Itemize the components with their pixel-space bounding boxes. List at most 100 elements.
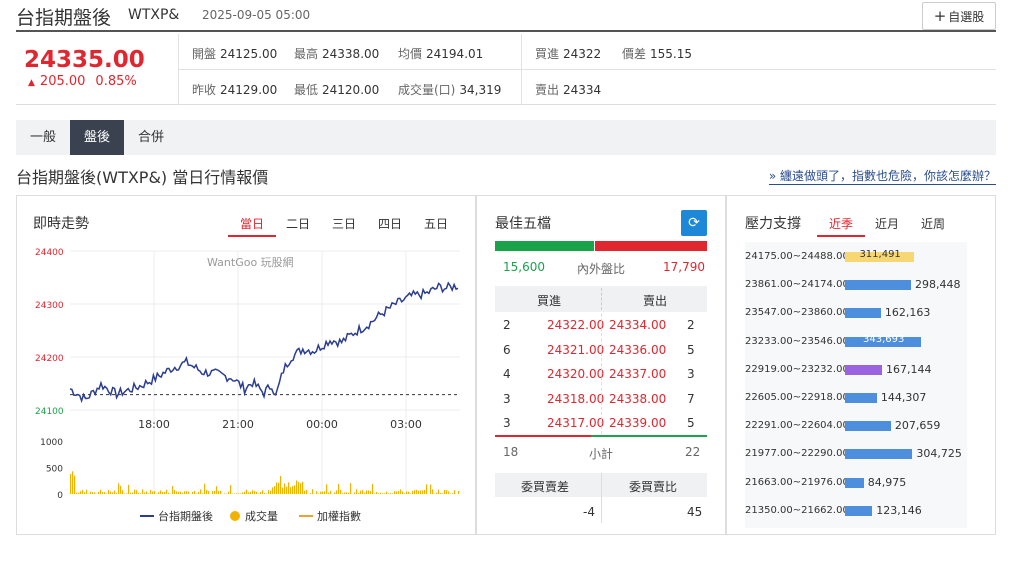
stock-name: 台指期盤後 (16, 7, 112, 29)
volume-bar (288, 482, 290, 494)
volume-bar (82, 490, 84, 494)
volume-bar (244, 491, 246, 494)
price-tick-label: 24100 (35, 407, 64, 417)
volume-bar (356, 489, 358, 494)
volume-bar (200, 489, 202, 494)
time-tick-label: 00:00 (306, 418, 338, 431)
volume-bar (224, 493, 226, 494)
add-favorite-button[interactable]: + 自選股 (922, 2, 996, 30)
volume-bar (422, 490, 424, 494)
time-tick-label: 21:00 (222, 418, 254, 431)
refresh-button[interactable]: ⟳ (681, 210, 707, 236)
volume-bar (216, 486, 218, 494)
volume-bar (166, 489, 168, 494)
up-triangle-icon: ▲ (28, 78, 35, 88)
quote-high: 最高 24338.00 (294, 47, 380, 61)
tab-after-hours[interactable]: 盤後 (70, 120, 124, 155)
best-five-panel: 最佳五檔 ⟳ 15,600 內外盤比 17,790 買進 賣出 2 24322.0… (476, 195, 726, 535)
pressure-tab-quarter[interactable]: 近季 (817, 215, 865, 237)
bid-subtotal: 18 (503, 445, 519, 459)
volume-bar (322, 491, 324, 494)
volume-bar (256, 491, 258, 494)
quote-panel: 24335.00 ▲ 205.00 0.85% 開盤 24125.00 最高 24338… (16, 34, 996, 105)
volume-bars (70, 471, 460, 494)
volume-bar (258, 493, 260, 494)
volume-bar (380, 492, 382, 494)
volume-bar (418, 490, 420, 494)
volume-bar (126, 493, 128, 494)
volume-bar (246, 489, 248, 494)
volume-bar (186, 491, 188, 494)
volume-bar (845, 421, 891, 432)
change-value: 205.00 (39, 74, 86, 89)
volume-value: 304,725 (916, 447, 962, 461)
tab-combined[interactable]: 合併 (124, 120, 178, 155)
volume-bar (94, 492, 96, 494)
volume-bar (368, 490, 370, 494)
quote-low: 最低 24120.00 (294, 83, 380, 97)
volume-bar (344, 492, 346, 494)
ask-price: 24336.00 (609, 342, 667, 357)
volume-bar (102, 492, 104, 494)
volume-bar (180, 491, 182, 494)
volume-bar (270, 490, 272, 494)
volume-bar (144, 492, 146, 494)
volume-bar (218, 491, 220, 494)
volume-bar (110, 491, 112, 494)
pressure-row: 22605.00~22918.00 144,307 (745, 384, 965, 412)
news-link[interactable]: » 纏遠做頭了，指數也危險，你該怎麼辦？ (768, 167, 996, 185)
volume-bar (414, 490, 416, 494)
volume-bar (154, 491, 156, 494)
volume-bar (90, 491, 92, 494)
volume-bar (174, 490, 176, 494)
volume-value: 123,146 (876, 503, 922, 517)
chart-watermark: WantGoo 玩股網 (207, 255, 294, 269)
volume-bar (845, 505, 873, 516)
volume-bar (390, 493, 392, 494)
volume-bar (402, 491, 404, 494)
volume-bar (274, 486, 276, 494)
divider (601, 338, 602, 361)
volume-bar (260, 491, 262, 494)
volume-bar (214, 490, 216, 494)
volume-bar (146, 491, 148, 494)
pressure-row: 21977.00~22290.00 304,725 (745, 440, 965, 468)
ask-volume: 2 (687, 318, 695, 332)
quote-prev-close: 昨收 24129.00 (192, 83, 278, 97)
price-range: 22919.00~23232.00 (745, 363, 849, 375)
quote-spread: 價差 155.15 (622, 47, 693, 61)
volume-bar (282, 487, 284, 494)
volume-bar (396, 491, 398, 494)
volume-bar (182, 492, 184, 494)
bid-volume: 6 (503, 342, 511, 357)
outer-ratio-label: 內外盤比 (577, 262, 626, 276)
volume-bar (152, 491, 154, 494)
pressure-row: 21350.00~21662.00 123,146 (745, 497, 965, 525)
price-tick-label: 24200 (35, 354, 64, 364)
price-tick-label: 24300 (35, 301, 64, 311)
volume-bar (192, 491, 194, 494)
volume-bar (845, 308, 881, 319)
volume-bar (292, 486, 294, 494)
volume-bar (454, 490, 456, 494)
divider (178, 69, 996, 70)
volume-bar (118, 483, 120, 494)
volume-bar (416, 489, 418, 494)
order-ratio-value: 45 (687, 505, 703, 519)
intraday-chart: WantGoo 玩股網 24400 24300 24200 24100 1000 500 0… (35, 248, 460, 523)
chart-ticks: 24400 24300 24200 24100 1000 500 0 18:00 21:00 00… (35, 248, 422, 501)
quote-time: 2025-09-05 05:00 (202, 8, 311, 22)
volume-bar (334, 492, 336, 494)
pressure-tab-month[interactable]: 近月 (869, 215, 905, 232)
volume-bar (104, 492, 106, 494)
volume-bar (412, 490, 414, 494)
volume-bar (188, 491, 190, 494)
bid-volume: 4 (503, 367, 511, 381)
tab-general[interactable]: 一般 (16, 120, 70, 155)
quote-ask: 賣出 24334 (535, 83, 602, 97)
volume-bar (312, 489, 314, 494)
volume-bar (74, 475, 76, 494)
pressure-row: 23233.00~23546.00 343,693 (745, 328, 965, 356)
volume-bar (400, 489, 402, 494)
pressure-tab-week[interactable]: 近周 (915, 215, 951, 232)
